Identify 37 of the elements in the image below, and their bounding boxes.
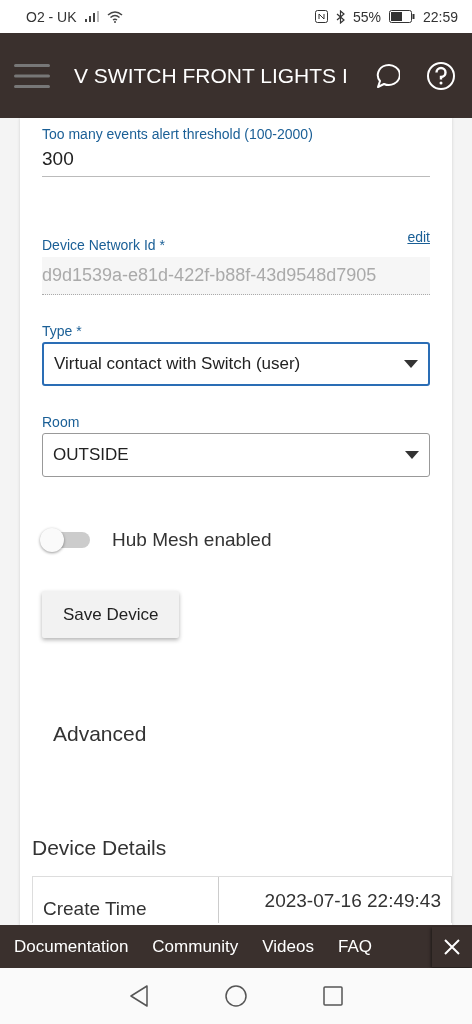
- menu-icon[interactable]: [14, 62, 50, 89]
- dropdown-icon: [405, 451, 419, 459]
- bluetooth-icon: [335, 9, 345, 24]
- footer-link[interactable]: FAQ: [338, 936, 372, 957]
- signal-icon: [84, 11, 99, 22]
- nfc-icon: [314, 10, 328, 23]
- footer-link[interactable]: Documentation: [14, 936, 129, 957]
- carrier-name: O2 - UK: [26, 8, 77, 25]
- threshold-field[interactable]: 300: [42, 142, 430, 177]
- field-label: Room: [42, 414, 81, 430]
- section-heading: Device Details: [32, 836, 168, 860]
- battery-icon: [388, 10, 415, 23]
- save-button[interactable]: Save Device: [42, 591, 180, 638]
- edit-link[interactable]: edit: [407, 229, 430, 245]
- clock-time: 22:59: [422, 8, 458, 25]
- field-label: Device Network Id *: [42, 237, 165, 253]
- wifi-icon: [106, 10, 123, 23]
- field-label: Type *: [42, 323, 83, 339]
- recents-icon[interactable]: [323, 986, 343, 1006]
- home-icon[interactable]: [225, 985, 247, 1007]
- dropdown-icon: [404, 360, 418, 368]
- select-field[interactable]: OUTSIDE: [42, 433, 430, 477]
- section-heading[interactable]: Advanced: [53, 722, 430, 746]
- network-id-field: d9d1539a-e81d-422f-b88f-43d9548d7905: [42, 257, 430, 295]
- toggle-label: Hub Mesh enabled: [112, 529, 272, 551]
- help-icon[interactable]: [426, 60, 456, 91]
- field-label: Too many events alert threshold (100-2000): [42, 126, 314, 142]
- table-cell: Create Time: [33, 877, 219, 923]
- device-title: V SWITCH FRONT LIGHTS I: [74, 63, 349, 88]
- close-icon[interactable]: [444, 938, 460, 955]
- footer-link[interactable]: Community: [152, 936, 239, 957]
- back-icon[interactable]: [129, 985, 149, 1007]
- table-cell-text: 2023-07-16 22:49:43: [263, 889, 442, 913]
- footer-link[interactable]: Videos: [262, 936, 314, 957]
- close-button[interactable]: [432, 926, 472, 967]
- battery-percent: 55%: [352, 8, 381, 25]
- select-field[interactable]: Virtual contact with Switch (user): [42, 342, 430, 386]
